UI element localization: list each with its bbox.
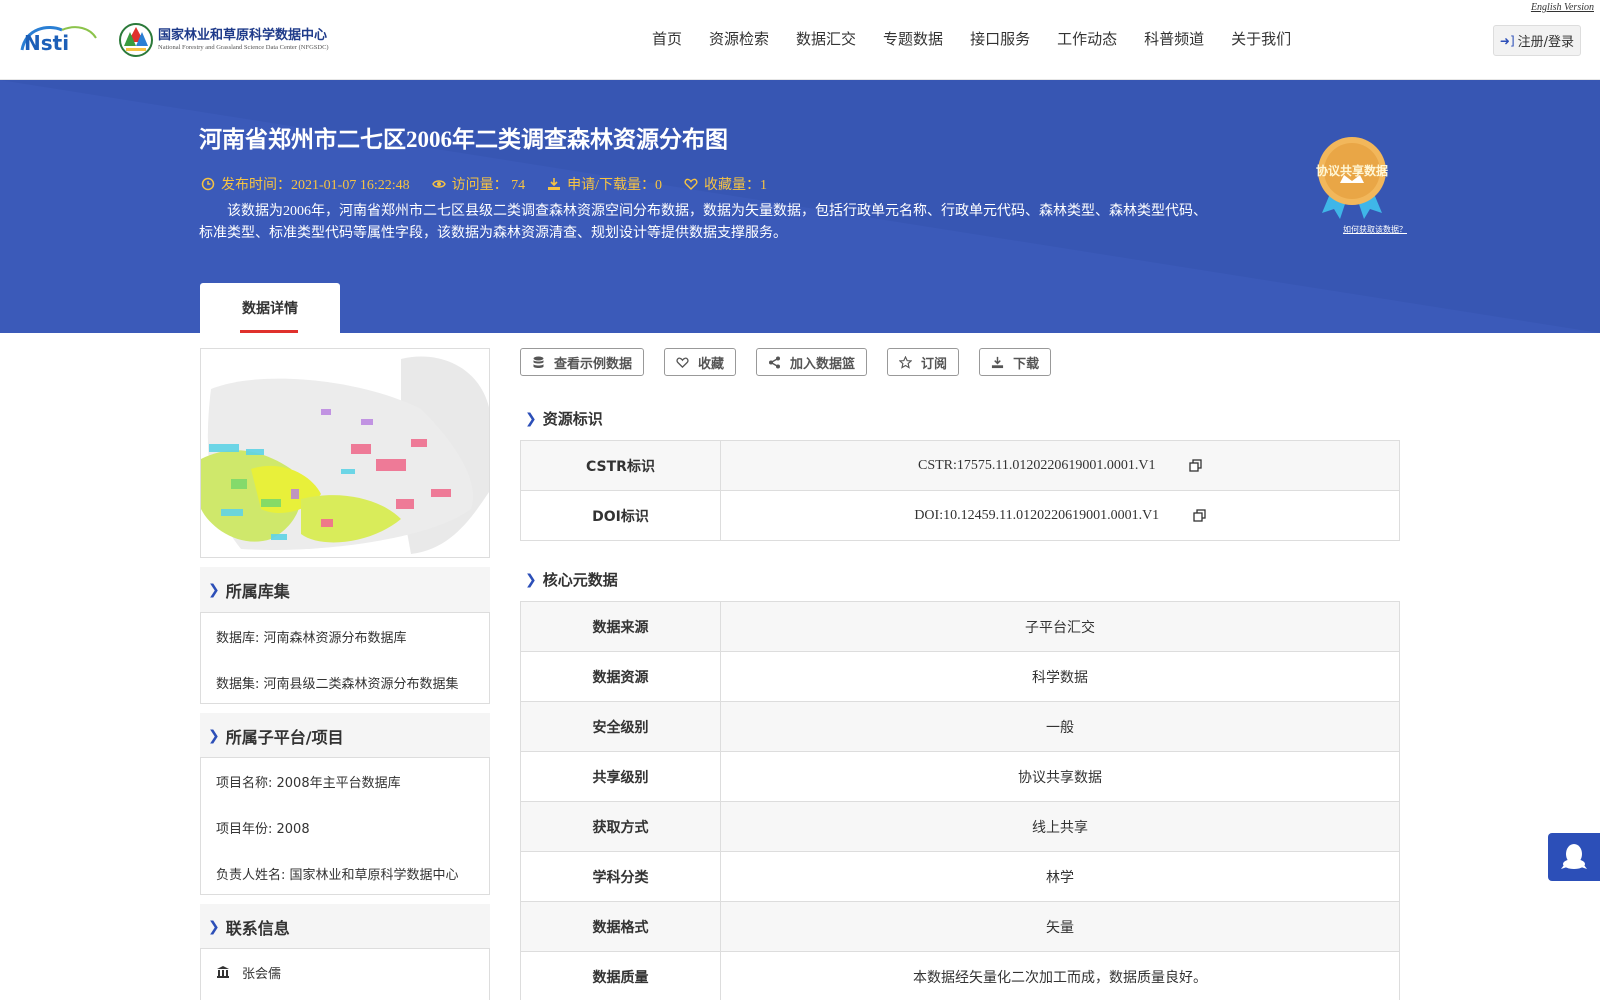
dataset-thumbnail xyxy=(200,348,490,558)
center-logo[interactable]: 国家林业和草原科学数据中心 National Forestry and Gras… xyxy=(118,22,329,58)
view-sample-button[interactable]: 查看示例数据 xyxy=(520,348,645,376)
login-icon: ➜] xyxy=(1499,33,1515,48)
library-database-item[interactable]: 数据库: 河南森林资源分布数据库 xyxy=(201,613,489,659)
project-section-header: ❯ 所属子平台/项目 xyxy=(200,713,490,758)
table-row: 安全级别 一般 xyxy=(520,701,1400,752)
chevron-right-icon: ❯ xyxy=(208,918,220,935)
heart-icon xyxy=(676,357,689,368)
table-row: 数据格式 矢量 xyxy=(520,901,1400,952)
chevron-right-icon: ❯ xyxy=(208,581,220,598)
tree-emblem-icon xyxy=(119,23,153,57)
contact-name-item: 张会儒 xyxy=(201,949,489,995)
chevron-right-icon: ❯ xyxy=(525,410,537,427)
library-box: 数据库: 河南森林资源分布数据库 数据集: 河南县级二类森林资源分布数据集 xyxy=(200,612,490,704)
nav-news[interactable]: 工作动态 xyxy=(1057,28,1117,49)
copy-icon[interactable] xyxy=(1189,459,1202,472)
clock-icon xyxy=(201,177,215,191)
heart-icon xyxy=(684,178,698,190)
resource-id-table: CSTR标识 CSTR:17575.11.0120220619001.0001.… xyxy=(520,440,1400,541)
top-header: English Version Nsti 国家林业和草原科学数据中心 Natio… xyxy=(0,0,1600,80)
login-button[interactable]: ➜] 注册/登录 xyxy=(1493,25,1581,56)
table-row: 数据质量 本数据经矢量化二次加工而成，数据质量良好。 xyxy=(520,951,1400,1000)
share-icon xyxy=(769,356,781,368)
center-name-en: National Forestry and Grassland Science … xyxy=(158,43,329,51)
favorite-count: 收藏量：1 xyxy=(684,174,767,194)
publish-time: 发布时间：2021-01-07 16:22:48 xyxy=(201,174,410,194)
dataset-banner: 河南省郑州市二七区2006年二类调查森林资源分布图 发布时间：2021-01-0… xyxy=(0,80,1600,333)
chevron-right-icon: ❯ xyxy=(525,571,537,588)
dataset-stats: 发布时间：2021-01-07 16:22:48 访问量： 74 申请/下载量：… xyxy=(201,174,789,194)
nav-science-channel[interactable]: 科普频道 xyxy=(1144,28,1204,49)
bank-icon xyxy=(217,966,229,978)
table-row: 获取方式 线上共享 xyxy=(520,801,1400,852)
cstr-value: CSTR:17575.11.0120220619001.0001.V1 xyxy=(918,457,1156,473)
download-count: 申请/下载量：0 xyxy=(547,174,662,194)
dataset-description: 该数据为2006年，河南省郑州市二七区县级二类调查森林资源空间分布数据，数据为矢… xyxy=(199,204,1207,241)
english-version-link[interactable]: English Version xyxy=(1531,2,1594,13)
project-box: 项目名称: 2008年主平台数据库 项目年份: 2008 负责人姓名: 国家林业… xyxy=(200,757,490,895)
dataset-title: 河南省郑州市二七区2006年二类调查森林资源分布图 xyxy=(199,127,728,152)
table-row: 共享级别 协议共享数据 xyxy=(520,751,1400,802)
table-row: 学科分类 林学 xyxy=(520,851,1400,902)
main-nav: 首页 资源检索 数据汇交 专题数据 接口服务 工作动态 科普频道 关于我们 xyxy=(652,28,1318,49)
eye-icon xyxy=(431,180,446,188)
chevron-right-icon: ❯ xyxy=(208,727,220,744)
svg-text:Nsti: Nsti xyxy=(24,31,69,55)
visit-count: 访问量： 74 xyxy=(431,174,525,194)
resource-id-header: ❯ 资源标识 xyxy=(525,410,603,428)
nav-topic-data[interactable]: 专题数据 xyxy=(883,28,943,49)
project-owner-item: 负责人姓名: 国家林业和草原科学数据中心 xyxy=(216,867,459,883)
center-name-cn: 国家林业和草原科学数据中心 xyxy=(158,27,328,43)
nav-resource-search[interactable]: 资源检索 xyxy=(709,28,769,49)
nsti-logo[interactable]: Nsti xyxy=(18,22,98,56)
table-row: CSTR标识 CSTR:17575.11.0120220619001.0001.… xyxy=(520,440,1400,491)
doi-value: DOI:10.12459.11.0120220619001.0001.V1 xyxy=(914,507,1160,523)
forest-map-image xyxy=(201,356,489,554)
table-row: 数据来源 子平台汇交 xyxy=(520,601,1400,652)
database-icon xyxy=(533,356,544,368)
project-year-item: 项目年份: 2008 xyxy=(216,821,310,837)
nav-home[interactable]: 首页 xyxy=(652,28,682,49)
qq-icon xyxy=(1561,844,1587,869)
download-icon xyxy=(548,178,561,190)
nav-about[interactable]: 关于我们 xyxy=(1231,28,1291,49)
contact-box: 张会儒 xyxy=(200,948,490,1000)
subscribe-button[interactable]: 订阅 xyxy=(887,348,960,376)
badge-text: 协议共享数据 xyxy=(1315,164,1388,178)
library-section-header: ❯ 所属库集 xyxy=(200,567,490,612)
how-to-get-link[interactable]: 如何获取该数据？ xyxy=(1343,224,1407,235)
tab-data-detail[interactable]: 数据详情 xyxy=(200,283,340,333)
add-to-basket-button[interactable]: 加入数据篮 xyxy=(756,348,868,376)
copy-icon[interactable] xyxy=(1193,509,1206,522)
core-meta-table: 数据来源 子平台汇交 数据资源 科学数据 安全级别 一般 共享级别 协议共享数据 获取方… xyxy=(520,601,1400,1000)
star-icon xyxy=(899,355,913,369)
favorite-button[interactable]: 收藏 xyxy=(664,348,737,376)
contact-section-header: ❯ 联系信息 xyxy=(200,904,490,949)
nav-data-submission[interactable]: 数据汇交 xyxy=(796,28,856,49)
download-button[interactable]: 下载 xyxy=(979,348,1052,376)
login-label: 注册/登录 xyxy=(1517,35,1575,50)
project-name-item: 项目名称: 2008年主平台数据库 xyxy=(216,775,401,791)
table-row: DOI标识 DOI:10.12459.11.0120220619001.0001… xyxy=(520,490,1400,541)
download-icon xyxy=(991,356,1004,368)
library-dataset-item[interactable]: 数据集: 河南县级二类森林资源分布数据集 xyxy=(201,659,489,705)
core-meta-header: ❯ 核心元数据 xyxy=(525,571,618,589)
nav-api-service[interactable]: 接口服务 xyxy=(970,28,1030,49)
action-buttons: 查看示例数据 收藏 加入数据篮 订阅 下载 xyxy=(520,348,1071,376)
qq-chat-button[interactable] xyxy=(1548,833,1600,881)
table-row: 数据资源 科学数据 xyxy=(520,651,1400,702)
